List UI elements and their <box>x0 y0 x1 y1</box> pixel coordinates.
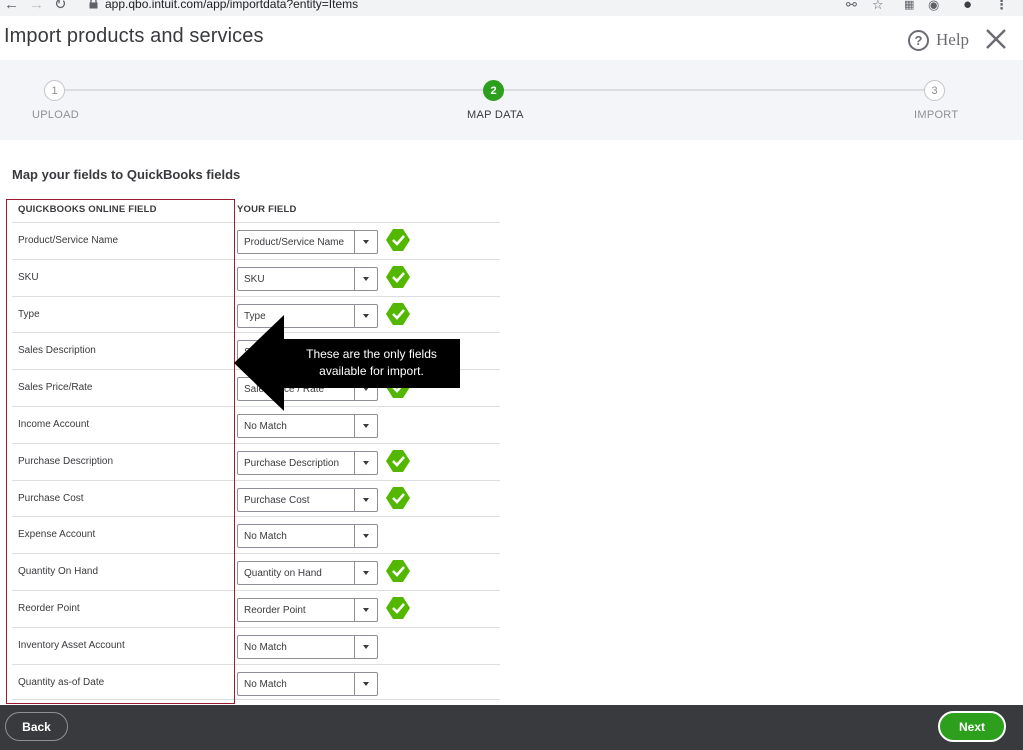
menu-kebab-icon[interactable]: ⋮ <box>995 0 1008 13</box>
match-check-icon <box>386 560 410 583</box>
your-field-dropdown[interactable]: Purchase Cost <box>237 487 378 512</box>
step-upload-number: 1 <box>44 80 65 101</box>
callout-line-1: These are the only fields <box>306 347 437 361</box>
close-icon[interactable] <box>985 28 1007 50</box>
browser-toolbar: ← → ↻ app.qbo.intuit.com/app/importdata?… <box>0 0 1023 16</box>
caret-down-icon <box>363 534 369 539</box>
back-arrow-icon[interactable]: ← <box>4 0 19 13</box>
dropdown-toggle[interactable] <box>354 525 377 548</box>
reload-icon[interactable]: ↻ <box>54 0 67 13</box>
profile-icon[interactable]: ● <box>963 0 972 13</box>
your-field-dropdown[interactable]: Product/Service Name <box>237 230 378 254</box>
your-field-dropdown[interactable]: SKU <box>237 266 378 291</box>
your-field-dropdown[interactable]: No Match <box>237 634 378 659</box>
star-icon[interactable]: ☆ <box>872 0 884 13</box>
help-button[interactable]: ? Help <box>908 28 969 52</box>
caret-down-icon <box>363 607 369 612</box>
match-check-icon <box>386 596 410 619</box>
step-map-data-label: MAP DATA <box>467 109 524 121</box>
dropdown-toggle[interactable] <box>354 672 377 695</box>
your-field-dropdown[interactable]: Quantity on Hand <box>237 561 378 586</box>
eye-icon[interactable]: ◉ <box>928 0 939 13</box>
your-field-value: Purchase Description <box>244 457 340 469</box>
your-field-value: No Match <box>244 420 287 432</box>
step-import-number: 3 <box>924 80 945 101</box>
caret-down-icon <box>363 497 369 502</box>
address-bar[interactable]: app.qbo.intuit.com/app/importdata?entity… <box>80 0 910 16</box>
help-label: Help <box>936 30 970 49</box>
extension-icon[interactable]: ▦ <box>904 0 914 13</box>
step-import-label: IMPORT <box>914 109 959 121</box>
match-check-icon <box>386 265 410 288</box>
caret-down-icon <box>363 460 369 465</box>
next-button[interactable]: Next <box>938 711 1006 742</box>
dropdown-toggle[interactable] <box>354 598 377 621</box>
step-map-data-number: 2 <box>483 80 504 101</box>
caret-down-icon <box>363 423 369 428</box>
callout-box: These are the only fields available for … <box>283 339 460 388</box>
dropdown-toggle[interactable] <box>354 267 377 290</box>
progress-stepper: 1 UPLOAD 2 MAP DATA 3 IMPORT <box>0 60 1023 140</box>
your-field-dropdown[interactable]: Purchase Description <box>237 450 378 475</box>
footer-bar: Back Next <box>0 705 1023 750</box>
dropdown-toggle[interactable] <box>354 451 377 474</box>
caret-down-icon <box>363 571 369 576</box>
your-field-value: No Match <box>244 678 287 690</box>
callout-line-2: available for import. <box>319 364 424 378</box>
match-check-icon <box>386 302 410 325</box>
caret-down-icon <box>363 240 369 244</box>
match-check-icon <box>386 229 410 251</box>
your-field-value: SKU <box>244 273 265 285</box>
section-title: Map your fields to QuickBooks fields <box>12 167 241 182</box>
dropdown-toggle[interactable] <box>354 414 377 437</box>
match-check-icon <box>386 486 410 509</box>
callout-arrow-icon <box>234 315 284 411</box>
your-field-value: Purchase Cost <box>244 494 310 506</box>
your-field-dropdown[interactable]: No Match <box>237 671 378 696</box>
your-field-value: Quantity on Hand <box>244 568 322 580</box>
caret-down-icon <box>363 644 369 649</box>
your-field-value: Product/Service Name <box>244 237 345 248</box>
key-icon[interactable]: ⚯ <box>846 0 857 13</box>
match-check-icon <box>386 449 410 472</box>
your-field-dropdown[interactable]: No Match <box>237 413 378 438</box>
column-header-your-field: YOUR FIELD <box>237 204 297 215</box>
page-title: Import products and services <box>4 25 264 47</box>
forward-arrow-icon[interactable]: → <box>29 0 44 13</box>
dropdown-toggle[interactable] <box>354 304 377 327</box>
dropdown-toggle[interactable] <box>354 562 377 585</box>
your-field-value: No Match <box>244 531 287 543</box>
your-field-dropdown[interactable]: No Match <box>237 524 378 549</box>
back-button[interactable]: Back <box>5 712 68 741</box>
your-field-value: Reorder Point <box>244 604 306 616</box>
page: ← → ↻ app.qbo.intuit.com/app/importdata?… <box>0 0 1023 750</box>
dropdown-toggle[interactable] <box>354 231 377 253</box>
step-upload-label: UPLOAD <box>32 109 80 121</box>
your-field-dropdown[interactable]: Reorder Point <box>237 597 378 622</box>
caret-down-icon <box>363 681 369 686</box>
caret-down-icon <box>363 276 369 281</box>
dropdown-toggle[interactable] <box>354 635 377 658</box>
lock-icon <box>89 0 98 9</box>
highlight-box <box>6 199 235 704</box>
caret-down-icon <box>363 313 369 318</box>
help-icon: ? <box>908 29 929 51</box>
dropdown-toggle[interactable] <box>354 488 377 511</box>
url-text: app.qbo.intuit.com/app/importdata?entity… <box>105 0 359 11</box>
your-field-value: No Match <box>244 641 287 653</box>
